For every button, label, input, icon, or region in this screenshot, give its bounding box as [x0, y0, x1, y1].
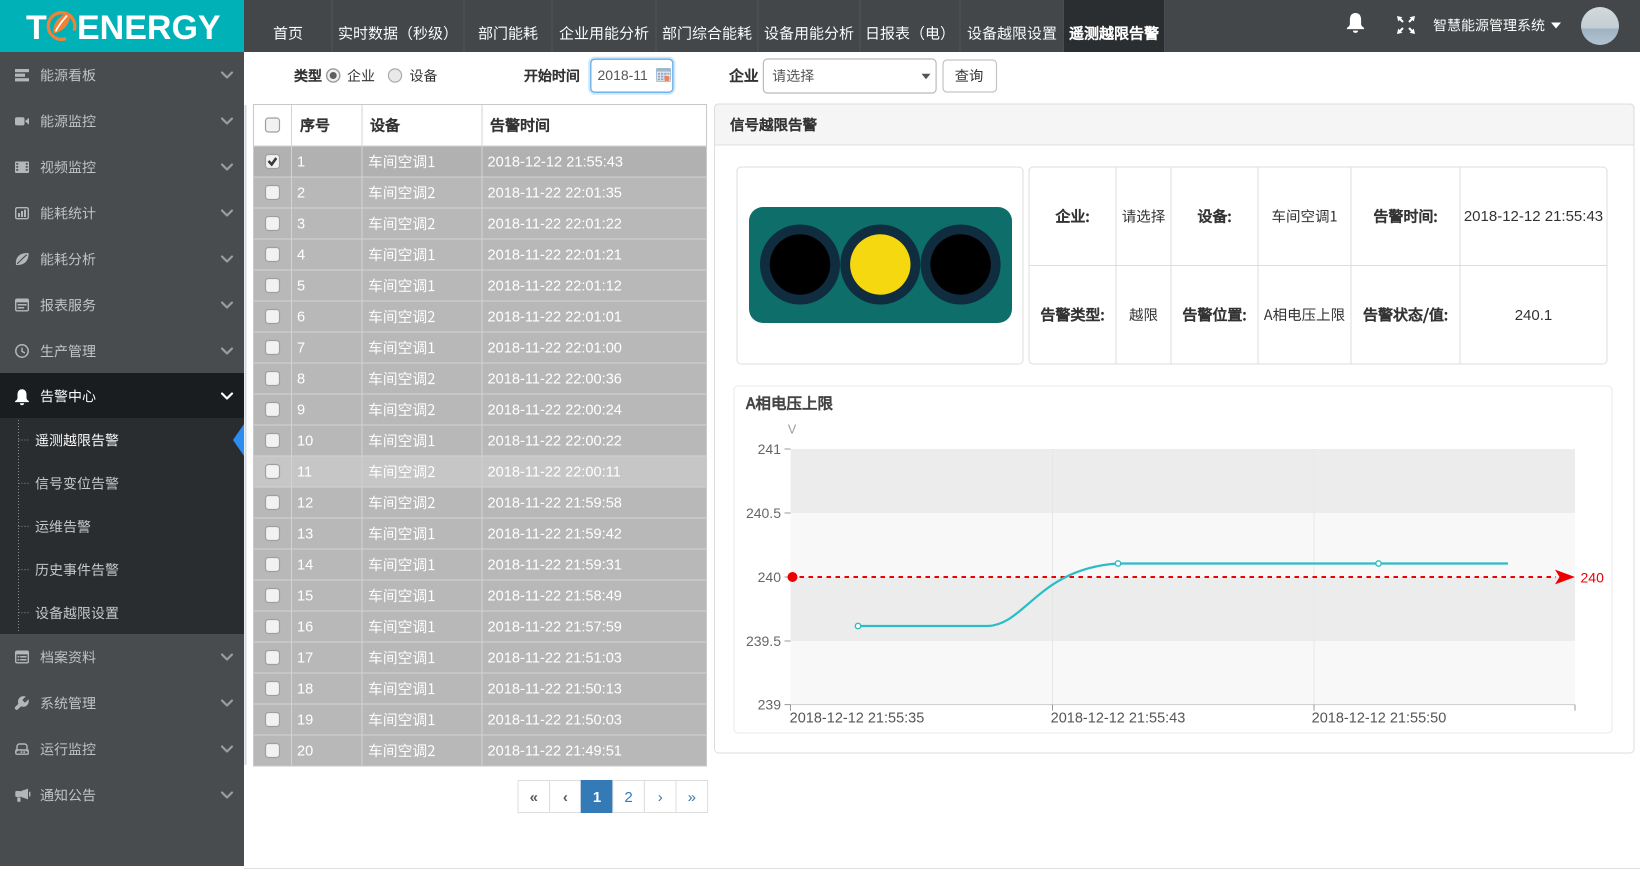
svg-text:10: 10	[297, 434, 313, 450]
svg-text:2018-12-12 21:55:43: 2018-12-12 21:55:43	[1464, 208, 1603, 225]
svg-text:V: V	[788, 422, 797, 436]
svg-text:2018-12-12 21:55:35: 2018-12-12 21:55:35	[790, 711, 925, 727]
svg-text:2018-11-22 22:01:12: 2018-11-22 22:01:12	[488, 279, 622, 295]
svg-text:ENERGY: ENERGY	[77, 9, 221, 47]
svg-text:2018-11-22 21:58:49: 2018-11-22 21:58:49	[488, 589, 622, 605]
svg-text:2018-12-12 21:55:50: 2018-12-12 21:55:50	[1312, 711, 1447, 727]
svg-text:240.5: 240.5	[746, 505, 781, 521]
svg-text:14: 14	[297, 558, 313, 574]
svg-text:T: T	[26, 9, 47, 47]
svg-text:11: 11	[297, 465, 312, 481]
svg-text:1: 1	[297, 155, 305, 171]
svg-text:2018-11-22 22:01:22: 2018-11-22 22:01:22	[488, 217, 622, 233]
svg-text:16: 16	[297, 620, 313, 636]
svg-text:239: 239	[758, 697, 782, 713]
svg-text:2018-11-22 21:59:58: 2018-11-22 21:59:58	[488, 496, 622, 512]
svg-text:1: 1	[593, 789, 601, 806]
svg-text:240: 240	[1581, 569, 1605, 585]
svg-text:5: 5	[297, 279, 305, 295]
svg-text:241: 241	[758, 441, 782, 457]
svg-text:«: «	[530, 789, 538, 806]
svg-text:2018-11-22 21:51:03: 2018-11-22 21:51:03	[488, 651, 622, 667]
svg-text:2: 2	[297, 186, 305, 202]
svg-text:2018-11-22 21:59:31: 2018-11-22 21:59:31	[488, 558, 622, 574]
svg-text:3: 3	[297, 217, 305, 233]
svg-text:239.5: 239.5	[746, 633, 781, 649]
svg-text:2018-11-22 21:59:42: 2018-11-22 21:59:42	[488, 527, 622, 543]
svg-text:15: 15	[297, 589, 313, 605]
svg-text:9: 9	[297, 403, 305, 419]
svg-text:18: 18	[297, 682, 313, 698]
svg-text:19: 19	[297, 713, 313, 729]
svg-text:2018-11-22 22:01:35: 2018-11-22 22:01:35	[488, 186, 622, 202]
svg-text:2: 2	[624, 789, 632, 806]
svg-text:2018-11-22 22:01:00: 2018-11-22 22:01:00	[488, 341, 622, 357]
svg-text:2018-11-22 22:00:22: 2018-11-22 22:00:22	[488, 434, 622, 450]
svg-text:2018-12-12 21:55:43: 2018-12-12 21:55:43	[488, 155, 624, 171]
svg-text:›: ›	[658, 789, 663, 806]
svg-text:20: 20	[297, 744, 313, 760]
svg-text:2018-11-22 21:49:51: 2018-11-22 21:49:51	[488, 744, 622, 760]
svg-text:17: 17	[297, 651, 313, 667]
svg-text:8: 8	[297, 372, 305, 388]
svg-text:13: 13	[297, 527, 313, 543]
svg-text:2018-11-22 22:01:21: 2018-11-22 22:01:21	[488, 248, 622, 264]
svg-text:2018-12-12 21:55:43: 2018-12-12 21:55:43	[1051, 711, 1186, 727]
svg-text:2018-11-22 21:50:03: 2018-11-22 21:50:03	[488, 713, 622, 729]
svg-text:12: 12	[297, 496, 313, 512]
svg-text:2018-11-22 22:00:11: 2018-11-22 22:00:11	[488, 465, 621, 481]
svg-text:2018-11-22 22:00:24: 2018-11-22 22:00:24	[488, 403, 622, 419]
svg-text:2018-11: 2018-11	[598, 67, 649, 83]
svg-text:4: 4	[297, 248, 305, 264]
svg-text:2018-11-22 21:50:13: 2018-11-22 21:50:13	[488, 682, 622, 698]
svg-text:2018-11-22 22:00:36: 2018-11-22 22:00:36	[488, 372, 622, 388]
svg-text:»: »	[688, 789, 696, 806]
svg-text:240.1: 240.1	[1515, 307, 1553, 324]
svg-text:7: 7	[297, 341, 305, 357]
svg-text:2018-11-22 21:57:59: 2018-11-22 21:57:59	[488, 620, 622, 636]
svg-text:2018-11-22 22:01:01: 2018-11-22 22:01:01	[488, 310, 622, 326]
svg-text:240: 240	[758, 569, 782, 585]
svg-text:6: 6	[297, 310, 305, 326]
svg-text:‹: ‹	[563, 789, 568, 806]
